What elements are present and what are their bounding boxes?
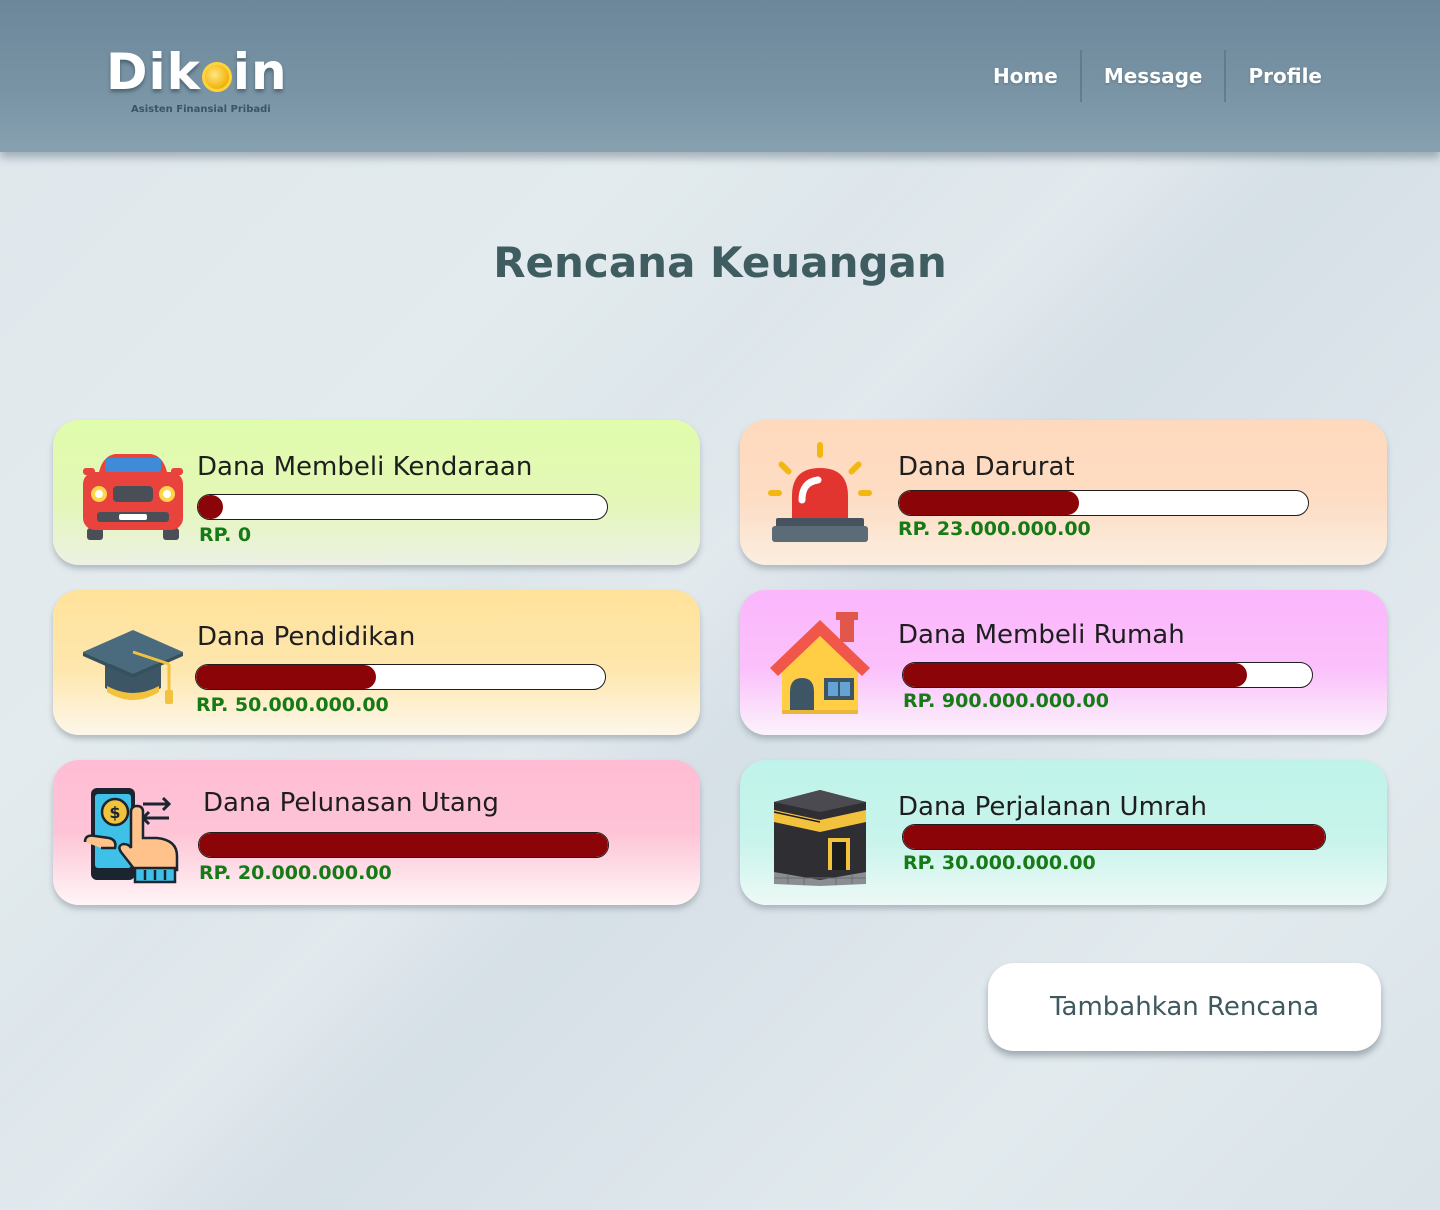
siren-icon <box>768 442 872 542</box>
mobile-payment-icon: $ <box>83 788 179 884</box>
progress-bar <box>195 664 606 690</box>
plan-card-vehicle[interactable]: Dana Membeli Kendaraan RP. 0 <box>53 420 700 565</box>
plan-amount: RP. 900.000.000.00 <box>903 690 1109 712</box>
plan-title: Dana Membeli Rumah <box>898 620 1185 650</box>
plan-amount: RP. 0 <box>199 524 252 546</box>
brand-name-end: in <box>232 43 288 101</box>
plan-card-education[interactable]: Dana Pendidikan RP. 50.000.000.00 <box>53 590 700 735</box>
house-icon <box>770 612 870 714</box>
progress-fill <box>903 663 1247 687</box>
plan-title: Dana Perjalanan Umrah <box>898 792 1207 822</box>
progress-fill <box>903 825 1325 849</box>
add-plan-button[interactable]: Tambahkan Rencana <box>988 963 1381 1051</box>
top-navbar: Dik in Asisten Finansial Pribadi Home Mes… <box>0 0 1440 152</box>
plan-card-house[interactable]: Dana Membeli Rumah RP. 900.000.000.00 <box>740 590 1387 735</box>
progress-bar <box>902 824 1326 850</box>
plan-card-debt[interactable]: $ Dana Pelunasan Utang RP. 20.000.000.00 <box>53 760 700 905</box>
brand-name-start: Dik <box>106 43 201 101</box>
nav-message[interactable]: Message <box>1082 64 1225 88</box>
kaaba-icon <box>773 790 866 886</box>
progress-fill <box>899 491 1079 515</box>
progress-fill <box>199 833 608 857</box>
nav-divider <box>1224 50 1227 102</box>
graduation-cap-icon <box>83 630 183 704</box>
brand-wordmark: Dik in <box>106 40 288 104</box>
plan-title: Dana Membeli Kendaraan <box>197 452 533 482</box>
progress-bar <box>898 490 1309 516</box>
coin-icon <box>201 62 232 92</box>
nav-profile[interactable]: Profile <box>1226 64 1344 88</box>
progress-bar <box>198 832 609 858</box>
main-nav: Home Message Profile <box>971 50 1344 102</box>
plan-amount: RP. 30.000.000.00 <box>903 852 1096 874</box>
page-title: Rencana Keuangan <box>493 238 947 287</box>
plan-title: Dana Darurat <box>898 452 1075 482</box>
plan-title: Dana Pendidikan <box>197 622 416 652</box>
plan-amount: RP. 50.000.000.00 <box>196 694 389 716</box>
plan-card-emergency[interactable]: Dana Darurat RP. 23.000.000.00 <box>740 420 1387 565</box>
progress-fill <box>198 495 223 519</box>
brand-logo[interactable]: Dik in Asisten Finansial Pribadi <box>106 40 306 120</box>
plan-card-umrah[interactable]: Dana Perjalanan Umrah RP. 30.000.000.00 <box>740 760 1387 905</box>
progress-bar <box>902 662 1313 688</box>
plan-amount: RP. 20.000.000.00 <box>199 862 392 884</box>
plan-amount: RP. 23.000.000.00 <box>898 518 1091 540</box>
progress-fill <box>196 665 376 689</box>
car-icon <box>83 454 183 540</box>
plan-title: Dana Pelunasan Utang <box>203 788 499 818</box>
svg-text:$: $ <box>109 803 120 822</box>
progress-bar <box>197 494 608 520</box>
nav-home[interactable]: Home <box>971 64 1080 88</box>
brand-tagline: Asisten Finansial Pribadi <box>131 104 271 115</box>
nav-divider <box>1079 50 1082 102</box>
